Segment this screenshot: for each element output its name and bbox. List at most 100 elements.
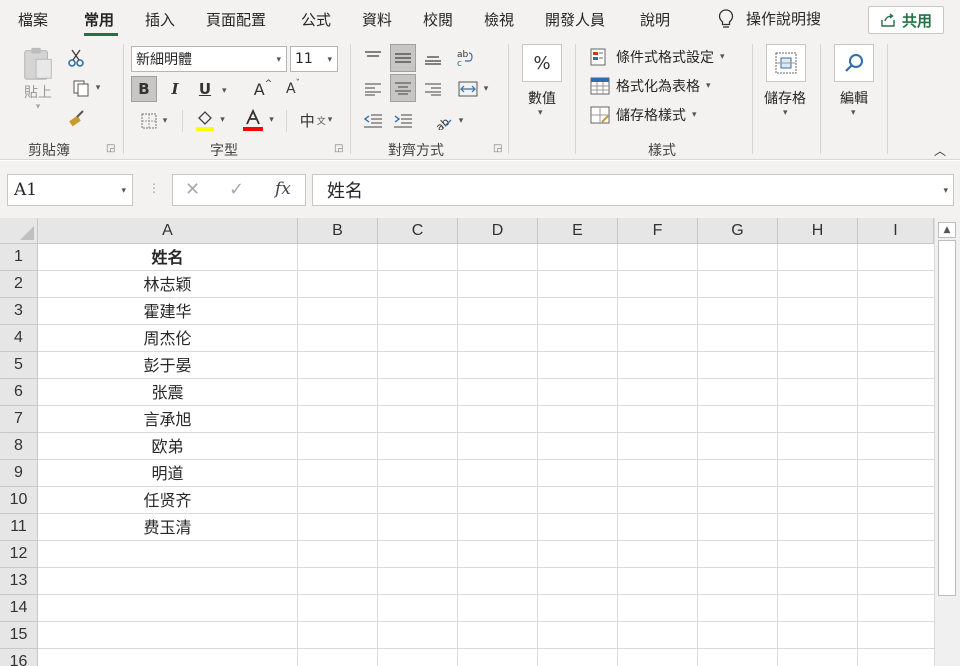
tab-review[interactable]: 校閱 <box>423 9 453 30</box>
cell-styles-button[interactable]: 儲存格樣式 ▾ <box>590 105 697 125</box>
clipboard-group-label: 剪貼簿 <box>28 143 70 159</box>
column-header-a[interactable]: A <box>38 218 298 244</box>
row-header[interactable]: 11 <box>0 514 38 541</box>
decrease-indent-button[interactable] <box>360 108 386 134</box>
orientation-button[interactable]: ab ▾ <box>428 108 468 134</box>
row-header[interactable]: 9 <box>0 460 38 487</box>
row-header[interactable]: 10 <box>0 487 38 514</box>
format-as-table-button[interactable]: 格式化為表格 ▾ <box>590 76 711 96</box>
row-header[interactable]: 13 <box>0 568 38 595</box>
phonetic-guide-button[interactable]: 中 文 ▾ <box>294 106 338 134</box>
cell-a10[interactable]: 任贤齐 <box>38 487 297 514</box>
tab-help[interactable]: 說明 <box>640 9 670 30</box>
row-header[interactable]: 12 <box>0 541 38 568</box>
cells-button[interactable] <box>766 44 806 82</box>
chevron-down-icon[interactable]: ▾ <box>222 86 227 96</box>
column-header-i[interactable]: I <box>858 218 934 244</box>
editing-button[interactable] <box>834 44 874 82</box>
paste-button[interactable]: 貼上 ▾ <box>18 46 58 112</box>
name-box[interactable]: A1 ▾ <box>7 174 133 206</box>
worksheet-grid: A B C D E F G H I 1 2 3 4 5 6 7 8 9 10 1… <box>0 218 960 666</box>
chevron-down-icon[interactable]: ▾ <box>943 186 948 196</box>
enter-icon[interactable]: ✓ <box>229 179 244 200</box>
font-size-dropdown[interactable]: 11 ▾ <box>290 46 338 72</box>
wrap-text-button[interactable]: ab c <box>452 44 478 72</box>
tab-page-layout[interactable]: 頁面配置 <box>206 9 266 30</box>
borders-button[interactable]: ▾ <box>133 108 175 134</box>
copy-button[interactable]: ▾ <box>64 76 108 100</box>
cell-a9[interactable]: 明道 <box>38 460 297 487</box>
scroll-up-icon[interactable]: ▲ <box>938 222 956 238</box>
align-left-button[interactable] <box>360 76 386 102</box>
number-format-button[interactable]: % <box>522 44 562 82</box>
column-header-c[interactable]: C <box>378 218 458 244</box>
align-top-button[interactable] <box>360 44 386 70</box>
dialog-launcher-icon[interactable]: ◲ <box>493 144 503 154</box>
cell-a7[interactable]: 言承旭 <box>38 406 297 433</box>
tab-home[interactable]: 常用 <box>84 9 114 30</box>
tab-formulas[interactable]: 公式 <box>301 9 331 30</box>
column-header-b[interactable]: B <box>298 218 378 244</box>
cell-a6[interactable]: 张震 <box>38 379 297 406</box>
row-header[interactable]: 5 <box>0 352 38 379</box>
increase-indent-button[interactable] <box>390 108 416 134</box>
cell-a1[interactable]: 姓名 <box>38 244 297 271</box>
row-header[interactable]: 14 <box>0 595 38 622</box>
chevron-down-icon[interactable]: ▾ <box>783 108 788 118</box>
cancel-icon[interactable]: ✕ <box>185 179 200 200</box>
share-button[interactable]: 共用 <box>868 6 944 34</box>
cell-a2[interactable]: 林志颖 <box>38 271 297 298</box>
underline-button[interactable]: U <box>192 76 218 102</box>
column-header-e[interactable]: E <box>538 218 618 244</box>
align-bottom-button[interactable] <box>420 44 446 72</box>
cell-a4[interactable]: 周杰伦 <box>38 325 297 352</box>
increase-font-button[interactable]: A ^ <box>250 76 276 102</box>
align-right-button[interactable] <box>420 76 446 102</box>
bold-button[interactable]: B <box>131 76 157 102</box>
column-header-h[interactable]: H <box>778 218 858 244</box>
tab-file[interactable]: 檔案 <box>18 9 48 30</box>
drag-handle-icon[interactable]: ⋮ <box>148 181 160 195</box>
fill-color-button[interactable]: ▾ <box>190 106 230 134</box>
conditional-formatting-button[interactable]: 條件式格式設定 ▾ <box>590 47 725 67</box>
column-header-f[interactable]: F <box>618 218 698 244</box>
tab-developer[interactable]: 開發人員 <box>545 9 605 30</box>
collapse-ribbon-icon[interactable]: ︿ <box>930 142 950 158</box>
align-center-button[interactable] <box>390 74 416 102</box>
merge-center-button[interactable]: ▾ <box>452 76 494 102</box>
cell-a5[interactable]: 彭于晏 <box>38 352 297 379</box>
row-header[interactable]: 2 <box>0 271 38 298</box>
tab-view[interactable]: 檢視 <box>484 9 514 30</box>
row-header[interactable]: 1 <box>0 244 38 271</box>
cut-button[interactable] <box>64 46 88 70</box>
tab-insert[interactable]: 插入 <box>145 9 175 30</box>
cell-a3[interactable]: 霍建华 <box>38 298 297 325</box>
column-header-g[interactable]: G <box>698 218 778 244</box>
column-header-d[interactable]: D <box>458 218 538 244</box>
insert-function-icon[interactable]: fx <box>275 179 291 199</box>
chevron-down-icon[interactable]: ▾ <box>538 108 543 118</box>
dialog-launcher-icon[interactable]: ◲ <box>334 144 344 154</box>
cell-a11[interactable]: 费玉清 <box>38 514 297 541</box>
scrollbar-thumb[interactable] <box>938 240 956 596</box>
tab-data[interactable]: 資料 <box>362 9 392 30</box>
italic-button[interactable]: I <box>162 76 188 102</box>
row-header[interactable]: 16 <box>0 649 38 666</box>
row-header[interactable]: 3 <box>0 298 38 325</box>
tell-me-search[interactable]: 操作說明搜 <box>718 8 821 29</box>
format-painter-button[interactable] <box>64 106 88 130</box>
row-header[interactable]: 15 <box>0 622 38 649</box>
row-header[interactable]: 4 <box>0 325 38 352</box>
row-header[interactable]: 7 <box>0 406 38 433</box>
font-name-dropdown[interactable]: 新細明體 ▾ <box>131 46 287 72</box>
font-color-button[interactable]: ▾ <box>238 106 278 134</box>
chevron-down-icon[interactable]: ▾ <box>851 108 856 118</box>
decrease-font-button[interactable]: Aˇ <box>280 76 306 102</box>
row-header[interactable]: 8 <box>0 433 38 460</box>
formula-input[interactable]: 姓名 ▾ <box>312 174 954 206</box>
dialog-launcher-icon[interactable]: ◲ <box>106 144 116 154</box>
select-all-corner[interactable] <box>0 218 38 244</box>
cell-a8[interactable]: 欧弟 <box>38 433 297 460</box>
row-header[interactable]: 6 <box>0 379 38 406</box>
align-middle-button[interactable] <box>390 44 416 72</box>
